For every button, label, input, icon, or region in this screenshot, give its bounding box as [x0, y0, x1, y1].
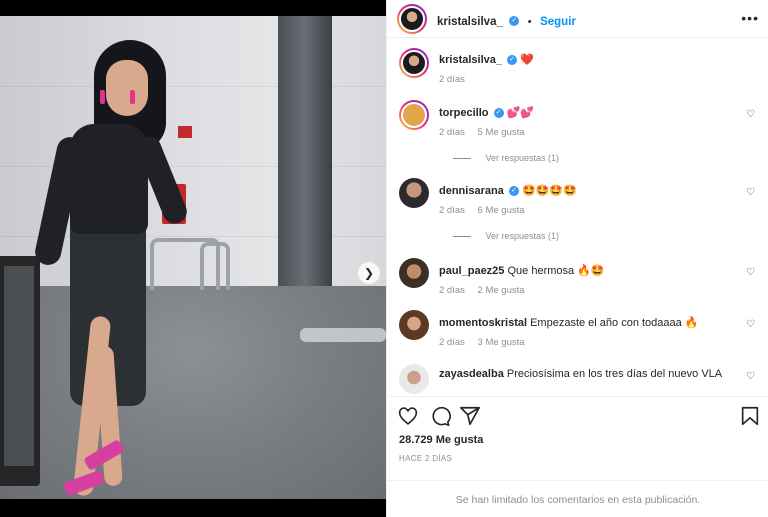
view-replies-link[interactable]: Ver respuestas (1) [453, 153, 559, 163]
photo-ground [0, 286, 386, 499]
verified-badge-icon: ✓ [493, 108, 504, 119]
comment-text: torpecillo ✓ 💕💕 [439, 106, 534, 119]
like-comment-heart-icon[interactable]: ♡ [746, 187, 755, 198]
like-comment-heart-icon[interactable]: ♡ [746, 319, 755, 330]
comment-body: Que hermosa 🔥🤩 [507, 265, 605, 277]
comment-item: momentoskristal Empezaste el año con tod… [399, 310, 759, 350]
photo-person-torso [70, 124, 148, 234]
comment-username[interactable]: zayasdealba [439, 368, 504, 380]
commenter-avatar[interactable] [399, 178, 429, 208]
comment-text: momentoskristal Empezaste el año con tod… [439, 316, 699, 329]
comment-body: Preciosísima en los tres días del nuevo … [506, 368, 723, 380]
photo-rail [200, 242, 230, 290]
post-timestamp: HACE 2 DÍAS [399, 454, 453, 463]
comment-time: 2 días [439, 127, 465, 138]
photo-earring [130, 90, 135, 104]
likes-count[interactable]: 28.729 Me gusta [399, 434, 483, 446]
like-comment-heart-icon[interactable]: ♡ [746, 371, 755, 382]
photo-sign [178, 126, 192, 138]
comment-body: 🤩🤩🤩🤩 [521, 185, 577, 197]
commenter-avatar[interactable] [399, 100, 429, 130]
author-avatar[interactable] [397, 4, 427, 34]
author-username[interactable]: kristalsilva_ [437, 16, 503, 28]
commenter-avatar[interactable] [399, 364, 429, 394]
comment-likes[interactable]: 5 Me gusta [478, 127, 525, 138]
view-replies-link[interactable]: Ver respuestas (1) [453, 231, 559, 241]
comment-text: zayasdealba Preciosísima en los tres día… [439, 368, 722, 380]
post-modal: ❯ kristalsilva_ ✓ • Seguir ••• kristalsi… [0, 0, 768, 517]
comment-username[interactable]: dennisarana [439, 185, 504, 197]
comments-footer: Se han limitado los comentarios en esta … [387, 480, 768, 517]
bookmark-icon[interactable] [739, 405, 761, 427]
post-side-panel: kristalsilva_ ✓ • Seguir ••• kristalsilv… [386, 0, 768, 517]
comment-item: dennisarana ✓ 🤩🤩🤩🤩 2 días 6 Me gusta ♡ V… [399, 178, 759, 248]
caption-time: 2 días [439, 74, 465, 85]
comment-icon[interactable] [429, 405, 451, 427]
verified-badge-icon: ✓ [507, 55, 518, 66]
comment-body: 💕💕 [506, 107, 535, 119]
replies-divider [453, 158, 471, 160]
comment-likes[interactable]: 3 Me gusta [478, 337, 525, 348]
more-options-icon[interactable]: ••• [741, 10, 759, 26]
comment-meta: 2 días 2 Me gusta [439, 285, 535, 296]
caption-item: kristalsilva_ ✓ ❤️ 2 días [399, 48, 759, 88]
author-line: kristalsilva_ ✓ • Seguir [437, 12, 576, 30]
like-comment-heart-icon[interactable]: ♡ [746, 109, 755, 120]
comment-time: 2 días [439, 285, 465, 296]
comment-item: paul_paez25 Que hermosa 🔥🤩 2 días 2 Me g… [399, 258, 759, 298]
author-avatar[interactable] [399, 48, 429, 78]
follow-button[interactable]: Seguir [540, 16, 576, 28]
photo-snow [300, 328, 386, 342]
comment-username[interactable]: torpecillo [439, 107, 489, 119]
comment-username[interactable]: momentoskristal [439, 317, 527, 329]
caption-text: kristalsilva_ ✓ ❤️ [439, 53, 534, 66]
verified-badge-icon: ✓ [509, 15, 520, 26]
post-photo[interactable]: ❯ [0, 16, 386, 499]
replies-label: Ver respuestas (1) [485, 153, 560, 163]
comment-meta: 2 días 5 Me gusta [439, 127, 535, 138]
caption-meta: 2 días [439, 74, 475, 85]
commenter-avatar[interactable] [399, 258, 429, 288]
photo-cart-inner [4, 266, 34, 466]
post-actions: 28.729 Me gusta HACE 2 DÍAS [387, 396, 768, 480]
comments-limited-notice: Se han limitado los comentarios en esta … [455, 494, 701, 506]
comment-likes[interactable]: 2 Me gusta [478, 285, 525, 296]
heart-icon[interactable] [397, 405, 419, 427]
commenter-avatar[interactable] [399, 310, 429, 340]
verified-badge-icon: ✓ [508, 186, 519, 197]
comment-item: zayasdealba Preciosísima en los tres día… [399, 364, 759, 396]
comment-likes[interactable]: 6 Me gusta [478, 205, 525, 216]
comment-text: paul_paez25 Que hermosa 🔥🤩 [439, 264, 605, 277]
caption-username[interactable]: kristalsilva_ [439, 54, 502, 66]
photo-earring [100, 90, 105, 104]
comment-text: dennisarana ✓ 🤩🤩🤩🤩 [439, 184, 577, 197]
carousel-next-button[interactable]: ❯ [358, 262, 380, 284]
replies-divider [453, 236, 471, 238]
replies-label: Ver respuestas (1) [485, 231, 560, 241]
comment-meta: 2 días 6 Me gusta [439, 205, 535, 216]
chevron-right-icon: ❯ [363, 266, 375, 280]
photo-pillar [278, 16, 332, 306]
comment-time: 2 días [439, 337, 465, 348]
post-header: kristalsilva_ ✓ • Seguir ••• [387, 0, 768, 38]
comment-body: Empezaste el año con todaaaa 🔥 [530, 317, 699, 329]
caption-body: ❤️ [520, 54, 534, 66]
like-comment-heart-icon[interactable]: ♡ [746, 267, 755, 278]
comment-item: torpecillo ✓ 💕💕 2 días 5 Me gusta ♡ Ver … [399, 100, 759, 170]
separator-dot: • [527, 16, 532, 28]
comment-meta: 2 días 3 Me gusta [439, 337, 535, 348]
comment-time: 2 días [439, 205, 465, 216]
share-icon[interactable] [459, 405, 481, 427]
comment-username[interactable]: paul_paez25 [439, 265, 504, 277]
photo-person-face [106, 60, 148, 116]
comments-list[interactable]: kristalsilva_ ✓ ❤️ 2 días torpecillo ✓ 💕… [387, 38, 768, 396]
